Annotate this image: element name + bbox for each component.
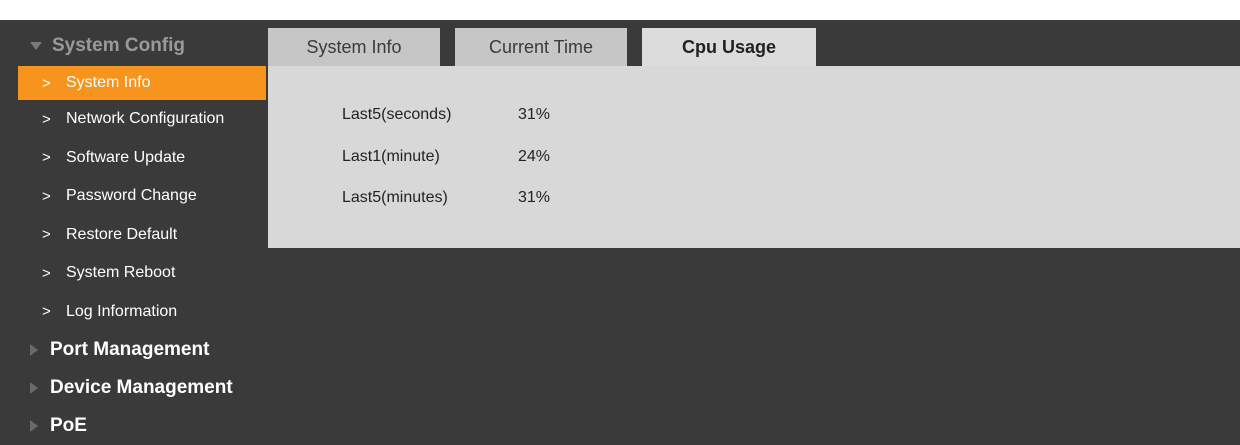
cpu-usage-label: Last1(minute) bbox=[342, 148, 440, 165]
chevron-right-icon: > bbox=[42, 303, 51, 321]
sidebar-item-system-info[interactable]: > System Info bbox=[18, 66, 266, 100]
tab-current-time[interactable]: Current Time bbox=[455, 28, 627, 66]
section-poe[interactable]: PoE bbox=[18, 407, 266, 445]
cpu-usage-row: Last5(seconds) 31% bbox=[342, 105, 550, 125]
sidebar-item-software-update[interactable]: > Software Update bbox=[18, 139, 266, 178]
cpu-usage-value: 31% bbox=[518, 189, 551, 206]
chevron-right-icon: > bbox=[42, 149, 51, 167]
cpu-usage-label: Last5(seconds) bbox=[342, 106, 452, 123]
section-label: System Config bbox=[52, 35, 186, 56]
cpu-usage-value: 31% bbox=[518, 106, 551, 123]
tab-label: Current Time bbox=[488, 36, 594, 57]
sidebar-item-label: System Reboot bbox=[66, 264, 176, 282]
section-device-management[interactable]: Device Management bbox=[18, 369, 266, 407]
chevron-right-icon: > bbox=[42, 74, 51, 92]
tab-cpu-usage[interactable]: Cpu Usage bbox=[642, 28, 816, 66]
chevron-right-icon: > bbox=[42, 110, 51, 128]
section-label: Port Management bbox=[50, 339, 210, 360]
sidebar-item-label: Network Configuration bbox=[66, 110, 225, 128]
sidebar-item-label: Password Change bbox=[66, 187, 197, 205]
section-label: PoE bbox=[50, 415, 87, 436]
triangle-right-icon bbox=[30, 382, 38, 394]
sidebar-item-label: Log Information bbox=[66, 302, 178, 320]
sidebar-item-password-change[interactable]: > Password Change bbox=[18, 177, 266, 216]
tab-label: System Info bbox=[306, 36, 402, 57]
sidebar-item-network-configuration[interactable]: > Network Configuration bbox=[18, 100, 266, 139]
triangle-right-icon bbox=[30, 344, 38, 356]
cpu-usage-row: Last5(minutes) 31% bbox=[342, 188, 550, 208]
sidebar-item-restore-default[interactable]: > Restore Default bbox=[18, 216, 266, 255]
sidebar-item-system-reboot[interactable]: > System Reboot bbox=[18, 254, 266, 293]
chevron-right-icon: > bbox=[42, 187, 51, 205]
app-window: System Config > System Info > Network Co… bbox=[0, 20, 1240, 445]
sidebar-item-label: System Info bbox=[66, 74, 151, 91]
cpu-usage-value: 24% bbox=[518, 148, 551, 165]
chevron-right-icon: > bbox=[42, 264, 51, 282]
sidebar-item-label: Restore Default bbox=[66, 225, 178, 243]
chevron-right-icon: > bbox=[42, 226, 51, 244]
cpu-usage-label: Last5(minutes) bbox=[342, 189, 448, 206]
sidebar-item-log-information[interactable]: > Log Information bbox=[18, 293, 266, 332]
sidebar-item-label: Software Update bbox=[66, 148, 186, 166]
sidebar: System Config > System Info > Network Co… bbox=[18, 26, 266, 445]
triangle-down-icon bbox=[30, 42, 42, 50]
cpu-usage-panel: Last5(seconds) 31% Last1(minute) 24% Las… bbox=[268, 66, 1240, 248]
triangle-right-icon bbox=[30, 420, 38, 432]
section-system-config[interactable]: System Config bbox=[18, 26, 266, 66]
cpu-usage-row: Last1(minute) 24% bbox=[342, 147, 550, 167]
tab-system-info[interactable]: System Info bbox=[268, 28, 440, 66]
section-label: Device Management bbox=[50, 377, 233, 398]
tab-label: Cpu Usage bbox=[681, 36, 777, 57]
section-port-management[interactable]: Port Management bbox=[18, 331, 266, 369]
